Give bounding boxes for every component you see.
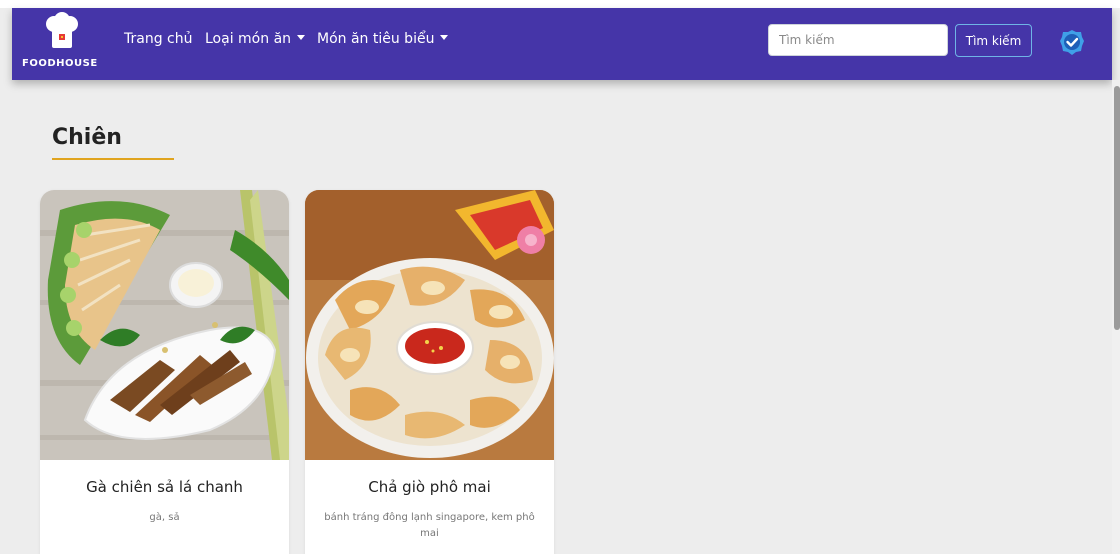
section-title-underline bbox=[52, 158, 174, 160]
brand-name: FOODHOUSE bbox=[22, 58, 98, 69]
search-input[interactable] bbox=[768, 24, 948, 56]
nav-dropdown-food-types[interactable]: Loại món ăn bbox=[205, 31, 306, 47]
nav-dropdown-featured-dishes-label: Món ăn tiêu biểu bbox=[317, 31, 435, 47]
verified-badge-icon[interactable] bbox=[1060, 29, 1084, 57]
dish-title: Chả giò phô mai bbox=[368, 478, 491, 496]
dish-title: Gà chiên sả lá chanh bbox=[86, 478, 243, 496]
window-top-strip bbox=[0, 0, 1120, 8]
chef-hat-icon bbox=[46, 12, 78, 48]
dish-card[interactable]: Gà chiên sả lá chanh gà, sả bbox=[40, 190, 289, 554]
dish-ingredients: bánh tráng đông lạnh singapore, kem phô … bbox=[324, 512, 535, 539]
nav-link-home[interactable]: Trang chủ bbox=[124, 31, 192, 47]
nav-link-home-label: Trang chủ bbox=[124, 31, 193, 47]
dish-image-cheese-spring-rolls bbox=[305, 190, 554, 460]
scrollbar-thumb[interactable] bbox=[1114, 86, 1120, 330]
caret-down-icon bbox=[297, 35, 306, 40]
section-title: Chiên bbox=[52, 125, 122, 150]
caret-down-icon bbox=[440, 35, 449, 40]
search-button[interactable]: Tìm kiếm bbox=[955, 24, 1032, 57]
dish-card[interactable]: Chả giò phô mai bánh tráng đông lạnh sin… bbox=[305, 190, 554, 554]
navbar: FOODHOUSE Trang chủ Loại món ăn Món ăn t… bbox=[12, 8, 1112, 80]
dish-ingredients: gà, sả bbox=[149, 512, 180, 523]
nav-dropdown-food-types-label: Loại món ăn bbox=[205, 31, 292, 47]
dish-image-fried-chicken bbox=[40, 190, 289, 460]
nav-dropdown-featured-dishes[interactable]: Món ăn tiêu biểu bbox=[317, 31, 449, 47]
brand-logo[interactable]: FOODHOUSE bbox=[12, 8, 112, 80]
